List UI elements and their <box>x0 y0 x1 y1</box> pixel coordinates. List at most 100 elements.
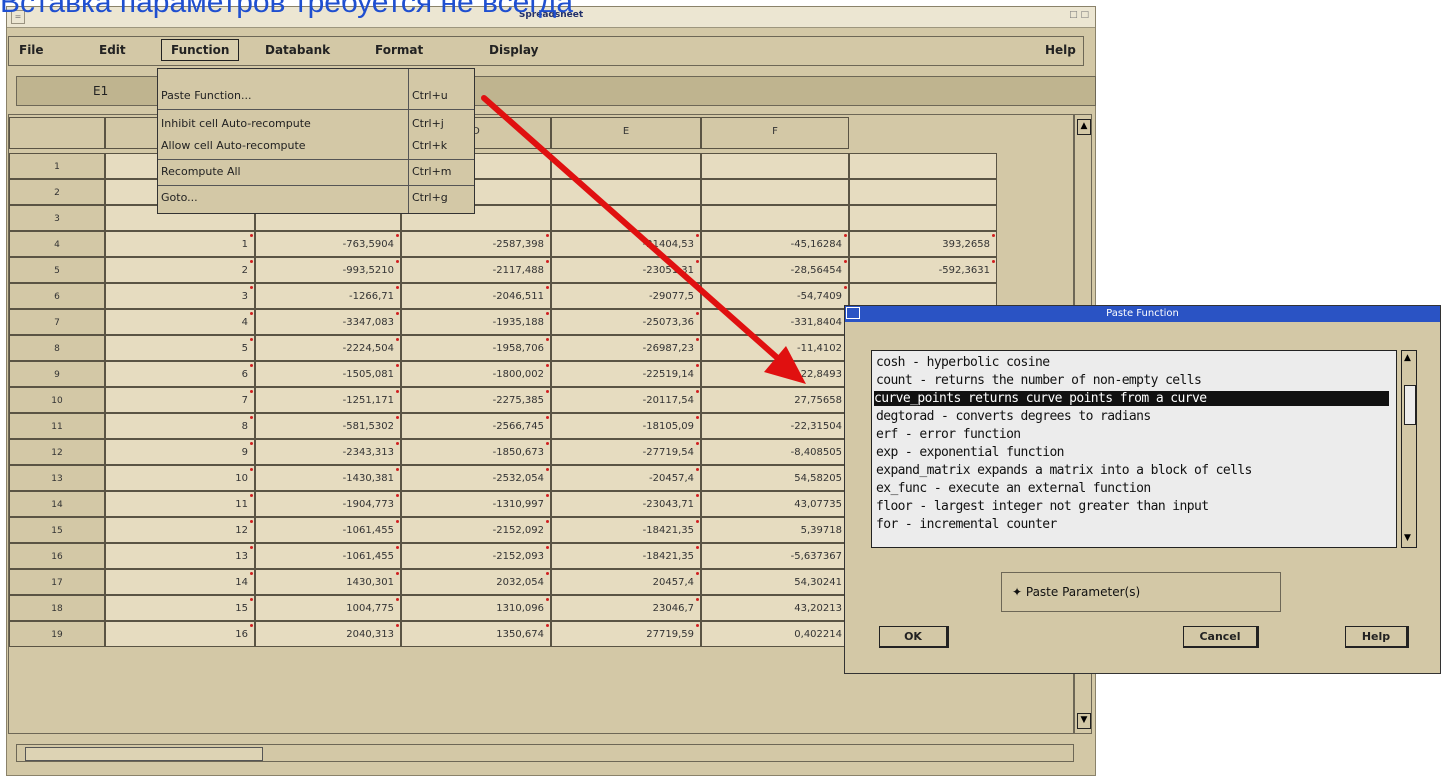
table-cell[interactable]: 1310,096 <box>401 595 551 621</box>
menu-item-recompute-all[interactable]: Recompute All <box>161 165 241 178</box>
table-cell[interactable]: -11,4102 <box>701 335 849 361</box>
table-cell[interactable]: -1935,188 <box>401 309 551 335</box>
table-cell[interactable]: -1061,455 <box>255 517 401 543</box>
table-cell[interactable]: 12 <box>105 517 255 543</box>
row-header[interactable]: 4 <box>9 231 105 257</box>
table-cell[interactable]: 1350,674 <box>401 621 551 647</box>
table-cell[interactable]: -27719,54 <box>551 439 701 465</box>
menu-display[interactable]: Display <box>489 43 538 57</box>
row-header[interactable]: 9 <box>9 361 105 387</box>
table-cell[interactable]: -1958,706 <box>401 335 551 361</box>
row-header[interactable]: 13 <box>9 465 105 491</box>
column-header[interactable]: E <box>551 117 701 149</box>
dialog-titlebar[interactable]: Paste Function <box>845 306 1440 322</box>
table-cell[interactable]: -23051,31 <box>551 257 701 283</box>
horizontal-scroll-thumb[interactable] <box>25 747 263 761</box>
row-header[interactable]: 5 <box>9 257 105 283</box>
table-cell[interactable] <box>551 179 701 205</box>
table-cell[interactable]: 23046,7 <box>551 595 701 621</box>
list-scroll-thumb[interactable] <box>1404 385 1416 425</box>
table-cell[interactable]: 13 <box>105 543 255 569</box>
table-cell[interactable]: -22,8493 <box>701 361 849 387</box>
table-cell[interactable]: -1310,997 <box>401 491 551 517</box>
table-cell[interactable]: 9 <box>105 439 255 465</box>
table-cell[interactable]: -2152,092 <box>401 517 551 543</box>
table-cell[interactable]: 54,58205 <box>701 465 849 491</box>
help-button[interactable]: Help <box>1345 626 1409 648</box>
menu-edit[interactable]: Edit <box>99 43 126 57</box>
table-cell[interactable]: 393,2658 <box>849 231 997 257</box>
row-header[interactable]: 1 <box>9 153 105 179</box>
table-cell[interactable] <box>701 205 849 231</box>
table-cell[interactable]: -25073,36 <box>551 309 701 335</box>
table-cell[interactable]: -763,5904 <box>255 231 401 257</box>
table-cell[interactable]: -1850,673 <box>401 439 551 465</box>
table-cell[interactable]: 0,402214 <box>701 621 849 647</box>
list-item[interactable]: exp - exponential function <box>876 445 1065 460</box>
table-cell[interactable]: -2117,488 <box>401 257 551 283</box>
menu-help[interactable]: Help <box>1045 43 1076 57</box>
table-cell[interactable]: 16 <box>105 621 255 647</box>
table-cell[interactable]: 14 <box>105 569 255 595</box>
row-header[interactable]: 11 <box>9 413 105 439</box>
table-cell[interactable]: -2224,504 <box>255 335 401 361</box>
row-header[interactable]: 2 <box>9 179 105 205</box>
row-header[interactable]: 10 <box>9 387 105 413</box>
table-cell[interactable] <box>701 153 849 179</box>
column-header[interactable] <box>9 117 105 149</box>
row-header[interactable]: 8 <box>9 335 105 361</box>
table-cell[interactable]: -2343,313 <box>255 439 401 465</box>
table-cell[interactable]: 43,20213 <box>701 595 849 621</box>
table-cell[interactable]: -8,408505 <box>701 439 849 465</box>
list-item[interactable]: cosh - hyperbolic cosine <box>876 355 1050 370</box>
table-cell[interactable]: -2275,385 <box>401 387 551 413</box>
function-list[interactable]: cosh - hyperbolic cosine count - returns… <box>871 350 1397 548</box>
table-cell[interactable]: 15 <box>105 595 255 621</box>
table-cell[interactable] <box>849 179 997 205</box>
table-cell[interactable]: 3 <box>105 283 255 309</box>
table-cell[interactable]: 27,75658 <box>701 387 849 413</box>
list-item[interactable]: count - returns the number of non-empty … <box>876 373 1202 388</box>
table-cell[interactable]: -1505,081 <box>255 361 401 387</box>
table-cell[interactable]: -20117,54 <box>551 387 701 413</box>
table-cell[interactable]: -581,5302 <box>255 413 401 439</box>
table-cell[interactable]: 1004,775 <box>255 595 401 621</box>
table-cell[interactable]: -54,7409 <box>701 283 849 309</box>
table-cell[interactable] <box>701 179 849 205</box>
table-cell[interactable]: 20457,4 <box>551 569 701 595</box>
scroll-down-icon[interactable]: ▼ <box>1404 533 1411 543</box>
table-cell[interactable]: -18105,09 <box>551 413 701 439</box>
table-cell[interactable]: -2152,093 <box>401 543 551 569</box>
list-item[interactable]: erf - error function <box>876 427 1021 442</box>
table-cell[interactable]: 1430,301 <box>255 569 401 595</box>
table-cell[interactable]: -26987,23 <box>551 335 701 361</box>
table-cell[interactable]: -20457,4 <box>551 465 701 491</box>
list-item[interactable]: ex_func - execute an external function <box>876 481 1151 496</box>
table-cell[interactable]: 54,30241 <box>701 569 849 595</box>
table-cell[interactable]: -5,637367 <box>701 543 849 569</box>
scroll-up-icon[interactable]: ▲ <box>1404 353 1411 363</box>
list-scrollbar[interactable]: ▲ ▼ <box>1401 350 1417 548</box>
table-cell[interactable] <box>551 205 701 231</box>
row-header[interactable]: 6 <box>9 283 105 309</box>
row-header[interactable]: 12 <box>9 439 105 465</box>
menu-item-paste-function[interactable]: Paste Function... <box>161 89 251 102</box>
row-header[interactable]: 19 <box>9 621 105 647</box>
table-cell[interactable]: -1904,773 <box>255 491 401 517</box>
table-cell[interactable]: 2040,313 <box>255 621 401 647</box>
table-cell[interactable]: 6 <box>105 361 255 387</box>
table-cell[interactable]: -2566,745 <box>401 413 551 439</box>
list-item-selected[interactable]: curve_points returns curve points from a… <box>874 391 1389 406</box>
table-cell[interactable]: -1430,381 <box>255 465 401 491</box>
table-cell[interactable]: -21404,53 <box>551 231 701 257</box>
menu-file[interactable]: File <box>19 43 44 57</box>
menu-format[interactable]: Format <box>375 43 423 57</box>
table-cell[interactable]: -28,56454 <box>701 257 849 283</box>
table-cell[interactable]: -1251,171 <box>255 387 401 413</box>
table-cell[interactable]: -1266,71 <box>255 283 401 309</box>
ok-button[interactable]: OK <box>879 626 949 648</box>
table-cell[interactable]: -22,31504 <box>701 413 849 439</box>
menu-item-inhibit-recompute[interactable]: Inhibit cell Auto-recompute <box>161 117 311 130</box>
table-cell[interactable]: 10 <box>105 465 255 491</box>
row-header[interactable]: 16 <box>9 543 105 569</box>
